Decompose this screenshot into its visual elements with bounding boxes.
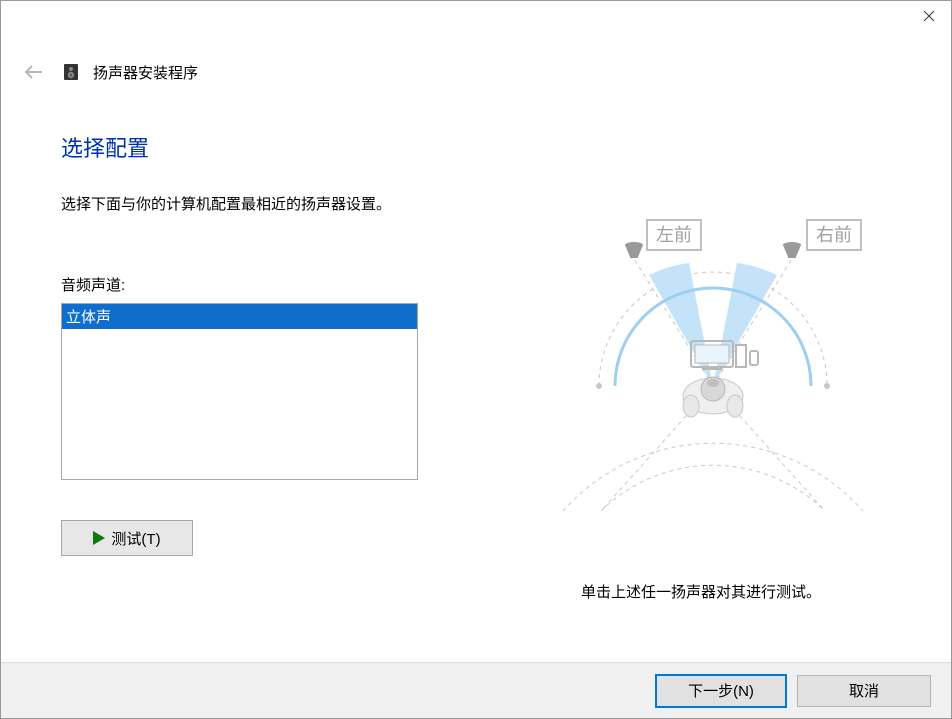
cancel-button[interactable]: 取消 [797, 675, 931, 707]
back-arrow-icon [24, 64, 44, 80]
header: 扬声器安装程序 [23, 61, 198, 83]
footer: 下一步(N) 取消 [1, 662, 951, 718]
channel-option[interactable]: 立体声 [62, 304, 417, 329]
next-button[interactable]: 下一步(N) [655, 674, 787, 708]
channels-listbox[interactable]: 立体声 [61, 303, 418, 480]
back-button[interactable] [23, 61, 45, 83]
next-button-label: 下一步(N) [688, 680, 754, 701]
play-icon [93, 531, 105, 545]
test-button-label: 测试(T) [111, 528, 160, 549]
speaker-diagram: 左前 右前 [541, 211, 921, 511]
wizard-window: 扬声器安装程序 选择配置 选择下面与你的计算机配置最相近的扬声器设置。 音频声道… [0, 0, 952, 719]
test-button[interactable]: 测试(T) [61, 520, 193, 556]
speaker-icon [61, 62, 81, 82]
layout-diagram [541, 211, 921, 511]
page-heading: 选择配置 [61, 131, 911, 163]
close-icon [923, 10, 935, 22]
cancel-button-label: 取消 [849, 680, 879, 701]
close-button[interactable] [906, 1, 951, 31]
window-title: 扬声器安装程序 [93, 62, 198, 83]
diagram-help-text: 单击上述任一扬声器对其进行测试。 [581, 581, 821, 602]
